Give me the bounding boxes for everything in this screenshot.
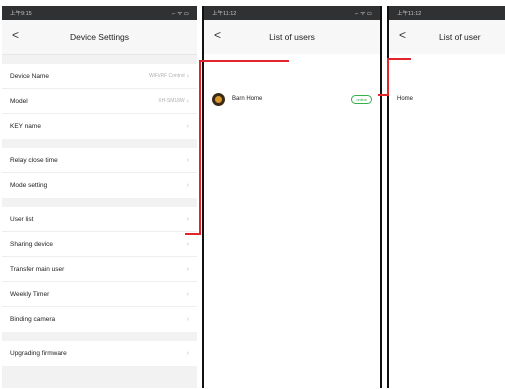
status-time: 上午9:15 (10, 11, 32, 17)
callout-line (387, 58, 389, 96)
page-title: List of users (269, 32, 315, 42)
status-badge: online (351, 95, 372, 104)
status-time: 上午11:12 (212, 11, 237, 17)
settings-group: Device Name WiFi/RF Control › Model XH-SM18W… (2, 64, 197, 139)
settings-row[interactable]: Weekly Timer › (2, 282, 197, 307)
settings-row-value: › (185, 157, 189, 164)
list-item[interactable]: Barn Home online (204, 84, 380, 114)
settings-row-label: Device Name (10, 72, 50, 80)
settings-row-label: Mode setting (10, 182, 48, 189)
list-item[interactable]: Home (389, 84, 505, 114)
settings-row[interactable]: User list › (2, 207, 197, 232)
settings-row[interactable]: Relay close time › (2, 148, 197, 173)
settings-row-value: XH-SM18W › (158, 98, 189, 105)
chevron-left-icon[interactable]: < (12, 28, 19, 42)
status-icons: ⌐ ᯤ ▭ (355, 11, 373, 17)
settings-group: Upgrading firmware › (2, 341, 197, 366)
chevron-right-icon: › (186, 240, 189, 248)
settings-group: User list › Sharing device › Transfer main u… (2, 207, 197, 332)
page-title: Device Settings (69, 32, 130, 42)
chevron-right-icon: › (186, 182, 189, 189)
settings-row-label: Transfer main user (10, 265, 65, 273)
nav-bar: < List of users (204, 20, 380, 55)
callout-line (199, 60, 289, 62)
settings-row[interactable]: Sharing device › (2, 232, 197, 257)
chevron-left-icon[interactable]: < (399, 28, 406, 42)
settings-row-label: User list (10, 215, 34, 223)
settings-row-value-text: WiFi/RF Control (149, 73, 185, 79)
chevron-right-icon: › (186, 123, 189, 130)
phone-screen-device-settings: 上午9:15 ⌐ ᯤ ▭ < Device Settings Device Na… (2, 6, 197, 388)
page-title: List of user (439, 32, 481, 42)
phone-screen-list-of-users-2: 上午11:12 < List of user Home (387, 6, 505, 388)
settings-row-value: › (185, 350, 189, 357)
status-bar: 上午11:12 (389, 6, 505, 20)
users-panel: Home (389, 54, 505, 388)
chevron-right-icon: › (186, 72, 189, 80)
callout-line (199, 60, 201, 235)
settings-row-label: KEY name (10, 123, 41, 130)
chevron-right-icon: › (186, 156, 189, 164)
status-bar: 上午11:12 ⌐ ᯤ ▭ (204, 6, 380, 20)
chevron-right-icon: › (186, 97, 189, 105)
settings-row-value: › (185, 316, 189, 323)
settings-row-value: › (185, 266, 189, 273)
settings-row-value: › (185, 123, 189, 130)
callout-line (387, 58, 411, 60)
phone-screen-list-of-users: 上午11:12 ⌐ ᯤ ▭ < List of users Barn Home … (202, 6, 382, 388)
nav-bar: < List of user (389, 20, 505, 55)
settings-row-value: › (185, 182, 189, 189)
settings-row-label: Model (10, 97, 28, 105)
settings-row[interactable]: Binding camera › (2, 307, 197, 332)
nav-bar: < Device Settings (2, 20, 197, 55)
settings-row-value: › (185, 216, 189, 223)
users-panel: Barn Home online (204, 54, 380, 388)
settings-row-label: Upgrading firmware (10, 350, 67, 357)
settings-row-value: › (185, 291, 189, 298)
settings-row[interactable]: Transfer main user › (2, 257, 197, 282)
settings-group: Relay close time › Mode setting › (2, 148, 197, 198)
settings-row-value: › (185, 241, 189, 248)
chevron-right-icon: › (186, 215, 189, 223)
settings-list: Device Name WiFi/RF Control › Model XH-SM18W… (2, 64, 197, 366)
user-name: Barn Home (232, 96, 263, 102)
avatar (212, 92, 225, 106)
chevron-right-icon: › (186, 290, 189, 298)
settings-row[interactable]: Mode setting › (2, 173, 197, 198)
settings-row-value: WiFi/RF Control › (149, 73, 189, 80)
chevron-right-icon: › (186, 316, 189, 323)
settings-row-value-text: XH-SM18W (158, 98, 185, 104)
chevron-right-icon: › (186, 265, 189, 273)
settings-row[interactable]: Model XH-SM18W › (2, 89, 197, 114)
settings-row-label: Weekly Timer (10, 290, 50, 298)
settings-row[interactable]: Device Name WiFi/RF Control › (2, 64, 197, 89)
settings-row-label: Binding camera (10, 316, 56, 323)
user-name: Home (397, 96, 414, 102)
settings-row-label: Relay close time (10, 156, 58, 164)
settings-row[interactable]: KEY name › (2, 114, 197, 139)
chevron-right-icon: › (186, 350, 189, 357)
status-bar: 上午9:15 ⌐ ᯤ ▭ (2, 6, 197, 20)
settings-row[interactable]: Upgrading firmware › (2, 341, 197, 366)
status-time: 上午11:12 (397, 11, 422, 17)
settings-row-label: Sharing device (10, 240, 53, 248)
status-icons: ⌐ ᯤ ▭ (172, 11, 190, 17)
chevron-left-icon[interactable]: < (214, 28, 221, 42)
